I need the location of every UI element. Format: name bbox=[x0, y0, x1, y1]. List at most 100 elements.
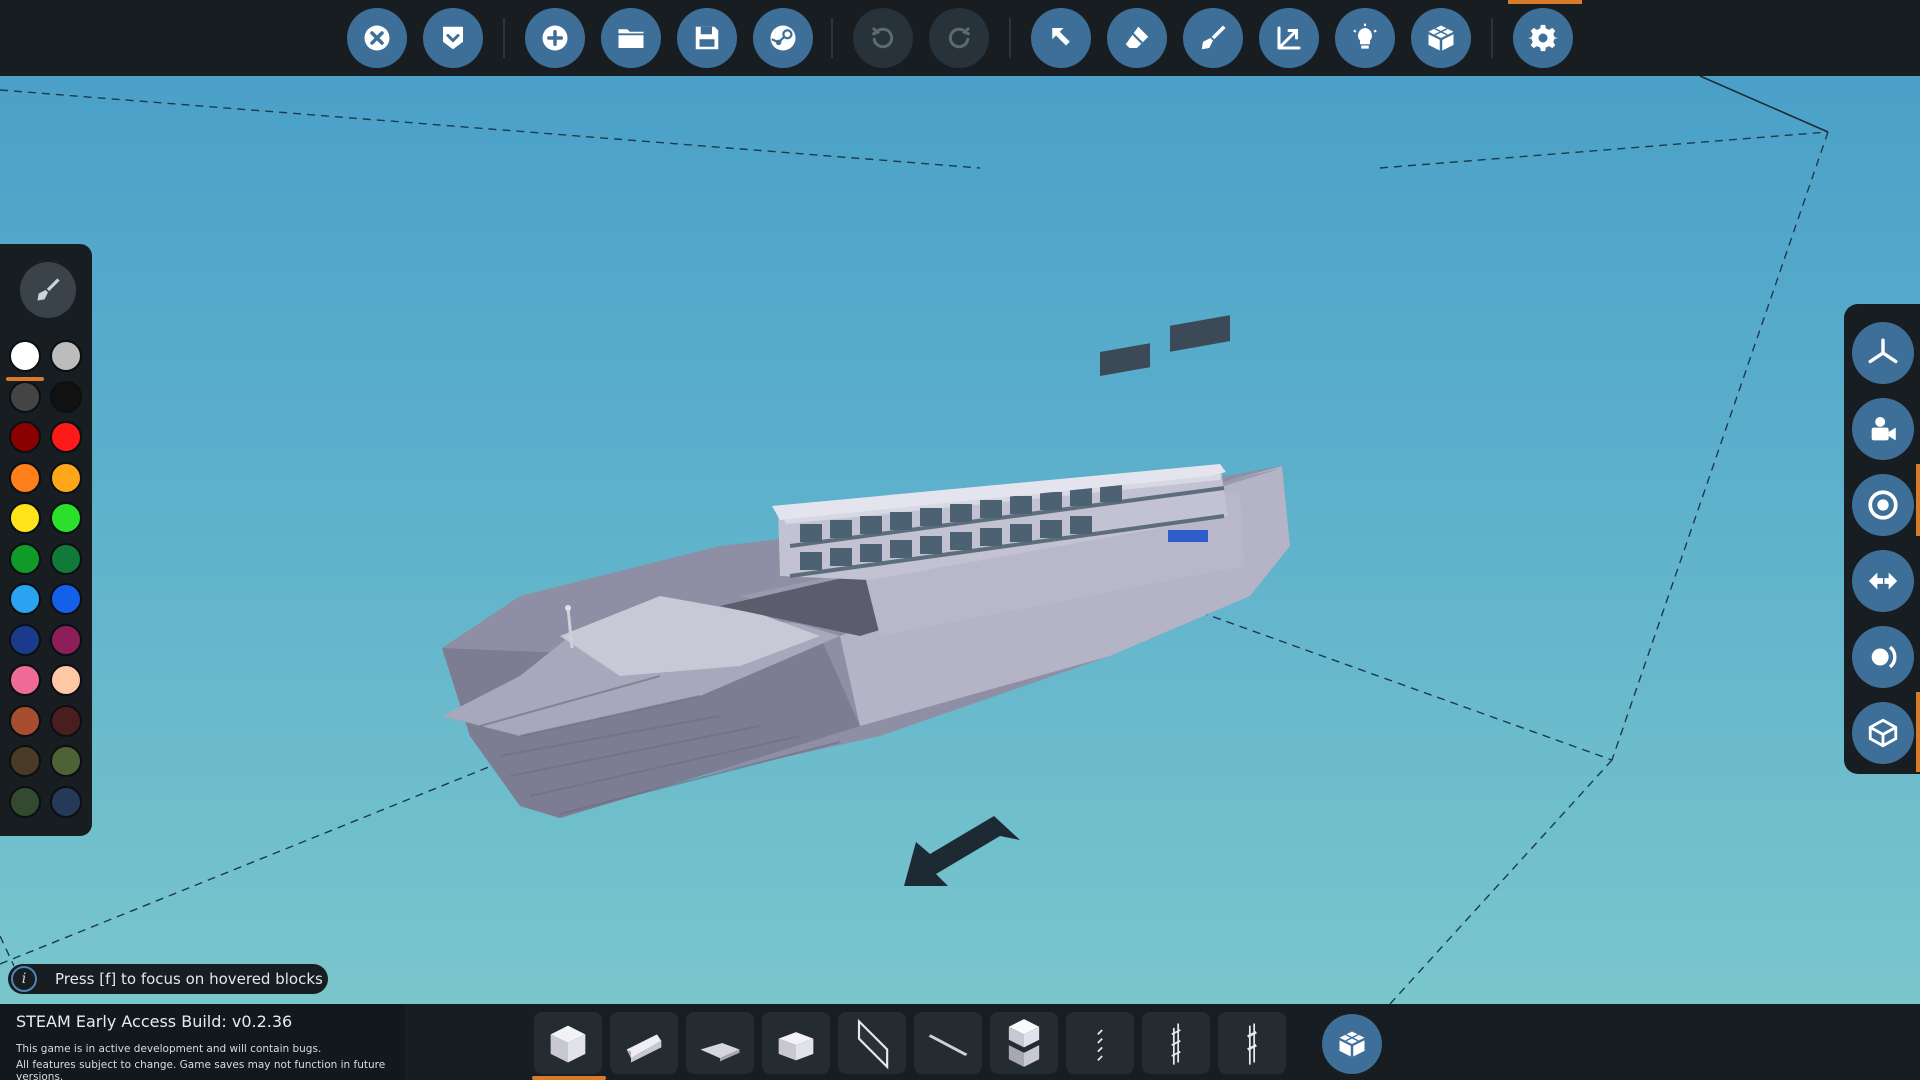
corner-block-icon bbox=[700, 1043, 740, 1062]
block-slot-railing[interactable] bbox=[1218, 1012, 1286, 1074]
mirror-arrows-icon bbox=[1868, 572, 1898, 590]
save-icon bbox=[695, 26, 719, 50]
stacked-block-icon bbox=[1008, 1019, 1040, 1067]
block-hotbar: STEAM Early Access Build: v0.2.36 This g… bbox=[0, 1004, 1920, 1080]
resize-tool-button[interactable] bbox=[1259, 8, 1319, 68]
color-palette bbox=[0, 244, 92, 836]
hint-text: Press [f] to focus on hovered blocks bbox=[55, 970, 323, 988]
scene-render bbox=[0, 76, 1829, 1004]
panel-block-icon bbox=[857, 1018, 889, 1069]
color-swatch[interactable] bbox=[50, 623, 82, 656]
select-tool-button[interactable] bbox=[1031, 8, 1091, 68]
toolbar-separator bbox=[1009, 18, 1011, 58]
add-icon bbox=[542, 25, 568, 51]
color-swatch[interactable] bbox=[50, 380, 82, 413]
steam-workshop-button[interactable] bbox=[753, 8, 813, 68]
open-button[interactable] bbox=[601, 8, 661, 68]
block-slot-rod[interactable] bbox=[914, 1012, 982, 1074]
axis-view-button[interactable] bbox=[1852, 322, 1914, 384]
toolbar-separator bbox=[503, 18, 505, 58]
right-panel-scroll-indicator bbox=[1916, 464, 1920, 536]
box-view-button[interactable] bbox=[1852, 702, 1914, 764]
steam-icon bbox=[770, 25, 796, 51]
inventory-button[interactable] bbox=[1411, 8, 1471, 68]
block-slot-wedge[interactable] bbox=[610, 1012, 678, 1074]
cube-block-icon bbox=[550, 1025, 586, 1063]
block-slot-stacked[interactable] bbox=[990, 1012, 1058, 1074]
thin-rail-icon bbox=[1097, 1029, 1103, 1061]
color-swatch[interactable] bbox=[50, 745, 82, 777]
rotate-view-button[interactable] bbox=[1852, 626, 1914, 688]
toolbar-separator bbox=[1491, 18, 1493, 58]
block-slot-ladder[interactable] bbox=[1142, 1012, 1210, 1074]
color-swatch[interactable] bbox=[9, 664, 41, 696]
rotate-view-icon bbox=[1871, 645, 1897, 669]
info-icon: i bbox=[11, 966, 37, 992]
color-swatch[interactable] bbox=[50, 502, 82, 534]
color-swatch[interactable] bbox=[9, 461, 41, 494]
save-button[interactable] bbox=[677, 8, 737, 68]
half-block-icon bbox=[778, 1032, 814, 1061]
active-tool-indicator bbox=[1508, 0, 1582, 4]
color-swatch[interactable] bbox=[9, 380, 41, 413]
build-info: STEAM Early Access Build: v0.2.36 This g… bbox=[0, 1004, 405, 1080]
color-swatch[interactable] bbox=[9, 502, 41, 534]
color-swatch[interactable] bbox=[50, 421, 82, 453]
lightbulb-icon bbox=[1353, 23, 1377, 49]
redo-icon bbox=[948, 26, 971, 49]
focus-button[interactable] bbox=[1852, 474, 1914, 536]
undo-button[interactable] bbox=[853, 8, 913, 68]
direction-arrow bbox=[904, 816, 1020, 886]
railing-icon bbox=[1247, 1023, 1257, 1065]
resize-arrow-icon bbox=[1277, 26, 1301, 50]
color-swatch[interactable] bbox=[9, 745, 41, 777]
color-swatch[interactable] bbox=[50, 785, 82, 818]
redo-button[interactable] bbox=[929, 8, 989, 68]
settings-button[interactable] bbox=[1513, 8, 1573, 68]
close-button[interactable] bbox=[347, 8, 407, 68]
color-swatch[interactable] bbox=[9, 421, 41, 453]
color-swatch[interactable] bbox=[50, 542, 82, 575]
block-slot-thin-rail[interactable] bbox=[1066, 1012, 1134, 1074]
eraser-tool-button[interactable] bbox=[1107, 8, 1167, 68]
eraser-icon bbox=[1125, 26, 1149, 48]
focus-target-icon bbox=[1868, 490, 1898, 520]
block-slot-half[interactable] bbox=[762, 1012, 830, 1074]
palette-paint-tool[interactable] bbox=[20, 262, 76, 318]
validate-button[interactable] bbox=[423, 8, 483, 68]
new-button[interactable] bbox=[525, 8, 585, 68]
paint-tool-button[interactable] bbox=[1183, 8, 1243, 68]
block-slot-corner[interactable] bbox=[686, 1012, 754, 1074]
undo-icon bbox=[871, 26, 894, 49]
color-swatch[interactable] bbox=[9, 785, 41, 818]
top-toolbar bbox=[0, 0, 1920, 76]
axis-icon bbox=[1868, 338, 1898, 364]
paint-brush-icon bbox=[1201, 25, 1226, 50]
color-swatch[interactable] bbox=[50, 461, 82, 494]
bounds-edge bbox=[1699, 76, 1829, 133]
color-swatch[interactable] bbox=[50, 340, 82, 372]
build-notice-2: All features subject to change. Game sav… bbox=[16, 1059, 386, 1080]
select-cursor-icon bbox=[1052, 28, 1070, 46]
color-swatch[interactable] bbox=[9, 583, 41, 615]
close-icon bbox=[364, 25, 390, 51]
ship-model bbox=[442, 315, 1290, 818]
block-inventory-button[interactable] bbox=[1322, 1014, 1382, 1074]
color-swatch[interactable] bbox=[50, 704, 82, 737]
check-shield-icon bbox=[443, 26, 463, 50]
view-panel bbox=[1844, 304, 1920, 774]
blocks-icon bbox=[1428, 25, 1454, 51]
color-swatch[interactable] bbox=[9, 704, 41, 737]
ladder-icon bbox=[1171, 1023, 1181, 1065]
color-swatch[interactable] bbox=[9, 542, 41, 575]
color-swatch[interactable] bbox=[9, 340, 41, 372]
color-swatch[interactable] bbox=[50, 664, 82, 696]
light-button[interactable] bbox=[1335, 8, 1395, 68]
block-slot-panel[interactable] bbox=[838, 1012, 906, 1074]
mirror-button[interactable] bbox=[1852, 550, 1914, 612]
color-swatch[interactable] bbox=[9, 623, 41, 656]
build-viewport[interactable] bbox=[0, 76, 1920, 1004]
camera-button[interactable] bbox=[1852, 398, 1914, 460]
color-swatch[interactable] bbox=[50, 583, 82, 615]
block-slot-cube[interactable] bbox=[534, 1012, 602, 1074]
